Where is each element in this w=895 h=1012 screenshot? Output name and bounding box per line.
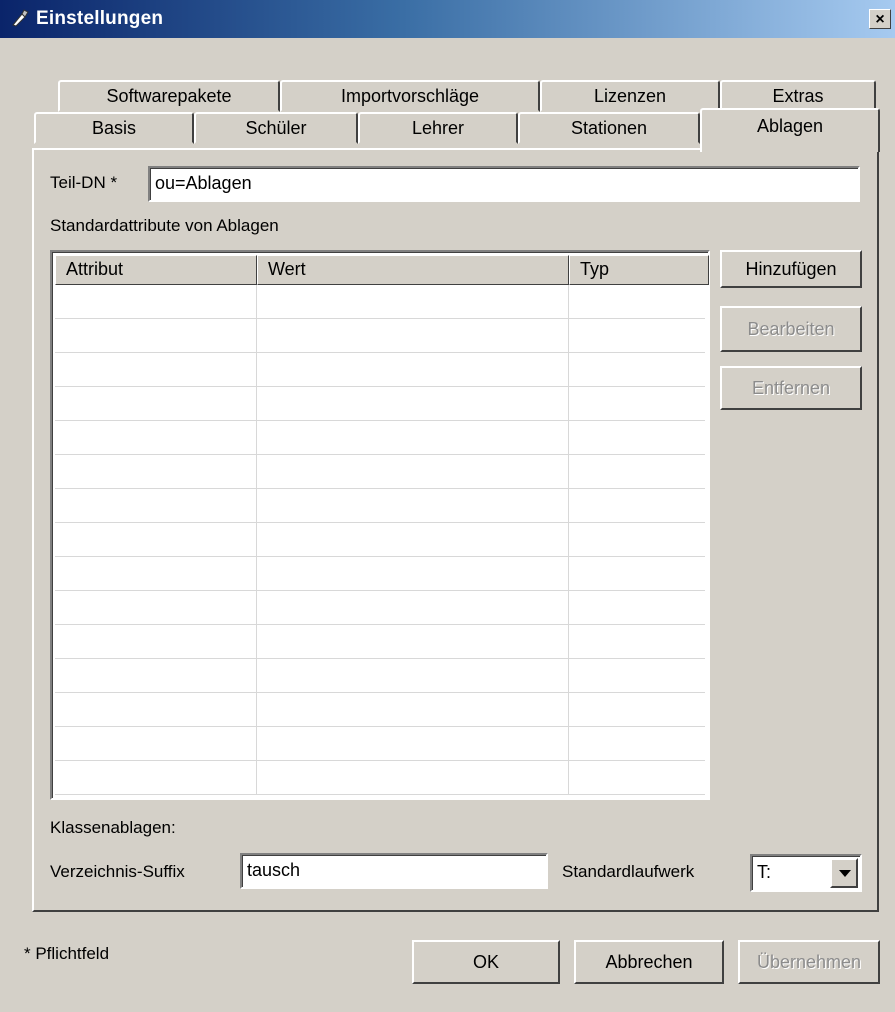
column-header-attribut[interactable]: Attribut (55, 255, 257, 285)
table-cell-divider (55, 727, 257, 760)
table-row[interactable] (55, 455, 705, 489)
table-row[interactable] (55, 591, 705, 625)
table-cell-divider (55, 421, 257, 454)
table-row[interactable] (55, 761, 705, 795)
table-cell-divider (55, 591, 257, 624)
table-cell-divider (257, 353, 569, 386)
table-cell-divider (257, 489, 569, 522)
table-cell-divider (257, 421, 569, 454)
remove-button[interactable]: Entfernen (720, 366, 862, 410)
table-row[interactable] (55, 693, 705, 727)
title-bar: Einstellungen × (0, 0, 895, 38)
tab-importvorschlaege[interactable]: Importvorschläge (280, 80, 540, 112)
tab-softwarepakete[interactable]: Softwarepakete (58, 80, 280, 112)
table-row[interactable] (55, 659, 705, 693)
table-row[interactable] (55, 421, 705, 455)
tab-lehrer[interactable]: Lehrer (358, 112, 518, 144)
table-header: Attribut Wert Typ (55, 255, 705, 285)
apply-button[interactable]: Übernehmen (738, 940, 880, 984)
table-row[interactable] (55, 319, 705, 353)
table-cell-divider (55, 285, 257, 318)
column-header-typ[interactable]: Typ (569, 255, 709, 285)
table-cell-divider (257, 693, 569, 726)
drive-label: Standardlaufwerk (562, 862, 694, 882)
table-row[interactable] (55, 285, 705, 319)
table-cell-divider (55, 489, 257, 522)
close-button[interactable]: × (869, 9, 891, 29)
table-cell-divider (257, 387, 569, 420)
attributes-table[interactable]: Attribut Wert Typ (50, 250, 710, 800)
table-row[interactable] (55, 557, 705, 591)
edit-button[interactable]: Bearbeiten (720, 306, 862, 352)
section-label: Standardattribute von Ablagen (50, 216, 279, 236)
teil-dn-input[interactable]: ou=Ablagen (148, 166, 860, 202)
table-cell-divider (257, 455, 569, 488)
tab-schueler[interactable]: Schüler (194, 112, 358, 144)
table-cell-divider (55, 761, 257, 794)
table-row[interactable] (55, 625, 705, 659)
table-cell-divider (55, 353, 257, 386)
column-header-wert[interactable]: Wert (257, 255, 569, 285)
window-title: Einstellungen (36, 8, 163, 30)
tab-stationen[interactable]: Stationen (518, 112, 700, 144)
suffix-input[interactable]: tausch (240, 853, 548, 889)
table-cell-divider (55, 659, 257, 692)
table-cell-divider (257, 727, 569, 760)
teil-dn-value: ou=Ablagen (155, 173, 252, 194)
add-button[interactable]: Hinzufügen (720, 250, 862, 288)
table-cell-divider (257, 523, 569, 556)
ok-button[interactable]: OK (412, 940, 560, 984)
required-note: * Pflichtfeld (24, 944, 109, 964)
cancel-button[interactable]: Abbrechen (574, 940, 724, 984)
table-row[interactable] (55, 523, 705, 557)
table-cell-divider (55, 557, 257, 590)
table-cell-divider (257, 761, 569, 794)
table-cell-divider (257, 319, 569, 352)
suffix-value: tausch (247, 860, 300, 881)
table-cell-divider (257, 557, 569, 590)
table-cell-divider (257, 659, 569, 692)
teil-dn-label: Teil-DN * (50, 173, 117, 193)
suffix-label: Verzeichnis-Suffix (50, 862, 185, 882)
table-cell-divider (55, 625, 257, 658)
tab-ablagen[interactable]: Ablagen (700, 108, 880, 152)
tab-basis[interactable]: Basis (34, 112, 194, 144)
app-icon (10, 8, 30, 28)
table-cell-divider (257, 625, 569, 658)
klassenablagen-label: Klassenablagen: (50, 818, 176, 838)
table-cell-divider (55, 387, 257, 420)
table-row[interactable] (55, 353, 705, 387)
table-cell-divider (55, 523, 257, 556)
table-body (55, 285, 705, 795)
table-row[interactable] (55, 727, 705, 761)
table-cell-divider (257, 285, 569, 318)
tab-lizenzen[interactable]: Lizenzen (540, 80, 720, 112)
chevron-down-icon[interactable] (830, 858, 858, 888)
table-cell-divider (55, 693, 257, 726)
table-cell-divider (55, 455, 257, 488)
table-cell-divider (55, 319, 257, 352)
drive-select[interactable]: T: (750, 854, 862, 892)
table-cell-divider (257, 591, 569, 624)
table-row[interactable] (55, 489, 705, 523)
drive-value: T: (757, 862, 771, 883)
table-row[interactable] (55, 387, 705, 421)
